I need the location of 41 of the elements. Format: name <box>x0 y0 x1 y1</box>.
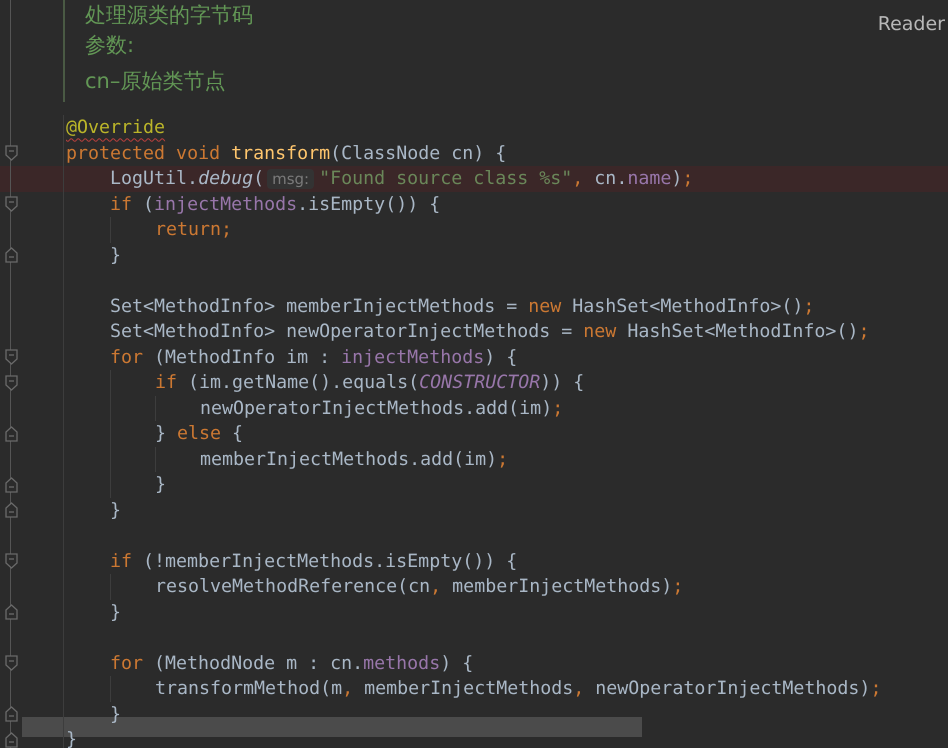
fold-icon[interactable] <box>4 247 18 264</box>
reader-mode-label[interactable]: Reader <box>878 13 945 35</box>
fold-icon[interactable] <box>4 706 18 722</box>
doc-comment-line: cn–原始类节点 <box>85 68 226 95</box>
code-text: Set<MethodInfo> memberInjectMethods = new HashSet<MethodInfo>(); <box>110 296 814 317</box>
fold-icon[interactable] <box>4 426 18 442</box>
code-text: Set<MethodInfo> newOperatorInjectMethods = new HashSet<MethodInfo>(); <box>110 321 870 342</box>
code-text: for (MethodInfo im : injectMethods) { <box>110 346 518 368</box>
code-text: } <box>110 602 122 623</box>
code-text: transformMethod(m, memberInjectMethods, newOperatorInjectMethods); <box>155 678 882 700</box>
fold-icon[interactable] <box>4 732 18 748</box>
fold-icon[interactable] <box>4 196 18 212</box>
code-text: if (im.getName().equals(CONSTRUCTOR)) { <box>155 372 584 394</box>
parameter-hint: msg: <box>267 168 314 189</box>
code-text: newOperatorInjectMethods.add(im); <box>200 398 564 419</box>
code-text: if (injectMethods.isEmpty()) { <box>110 194 440 215</box>
code-text: for (MethodNode m : cn.methods) { <box>110 652 474 674</box>
fold-icon[interactable] <box>4 604 18 620</box>
code-text: } else { <box>155 423 244 444</box>
fold-icon[interactable] <box>4 553 18 570</box>
fold-icon[interactable] <box>4 502 18 518</box>
code-text: return; <box>155 219 232 240</box>
code-text: if (!memberInjectMethods.isEmpty()) { <box>110 550 518 572</box>
code-text: } <box>66 729 78 748</box>
code-text: @Override <box>66 117 166 138</box>
fold-icon[interactable] <box>4 374 18 391</box>
code-text: } <box>110 704 122 725</box>
doc-comment-line: 参数: <box>85 32 134 59</box>
code-text: protected void transform(ClassNode cn) { <box>66 142 506 164</box>
code-text: } <box>155 474 166 496</box>
code-text: } <box>110 500 122 521</box>
fold-icon[interactable] <box>4 655 18 672</box>
fold-icon[interactable] <box>4 145 18 162</box>
doc-comment-line: 处理源类的字节码 <box>85 2 253 29</box>
fold-icon[interactable] <box>4 349 18 366</box>
code-text: LogUtil.debug( <box>110 168 264 190</box>
code-text: } <box>110 244 122 266</box>
code-text: resolveMethodReference(cn, memberInjectMethods); <box>155 576 684 598</box>
code-text: "Found source class %s", cn.name); <box>319 168 694 190</box>
fold-icon[interactable] <box>4 476 18 493</box>
code-text: memberInjectMethods.add(im); <box>200 448 508 470</box>
